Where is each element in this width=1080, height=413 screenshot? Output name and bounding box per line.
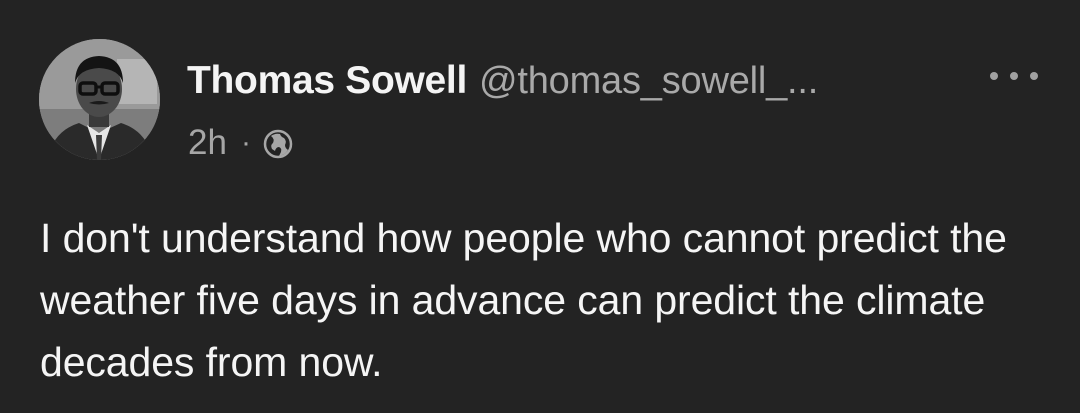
meta-separator: · [240,126,251,159]
avatar[interactable] [39,39,160,160]
post-body-text: I don't understand how people who cannot… [40,215,1007,385]
author-handle[interactable]: @thomas_sowell_... [479,60,818,103]
more-horizontal-icon [990,72,998,80]
more-options-button[interactable] [990,62,1038,90]
post-timestamp[interactable]: 2h [188,123,227,163]
globe-icon [263,128,293,159]
post-meta: 2h · [188,120,293,166]
avatar-photo [39,39,160,160]
author-name[interactable]: Thomas Sowell [187,59,467,103]
post-card: Thomas Sowell @thomas_sowell_... 2h · I … [0,0,1080,413]
post-header: Thomas Sowell @thomas_sowell_... [187,55,818,107]
